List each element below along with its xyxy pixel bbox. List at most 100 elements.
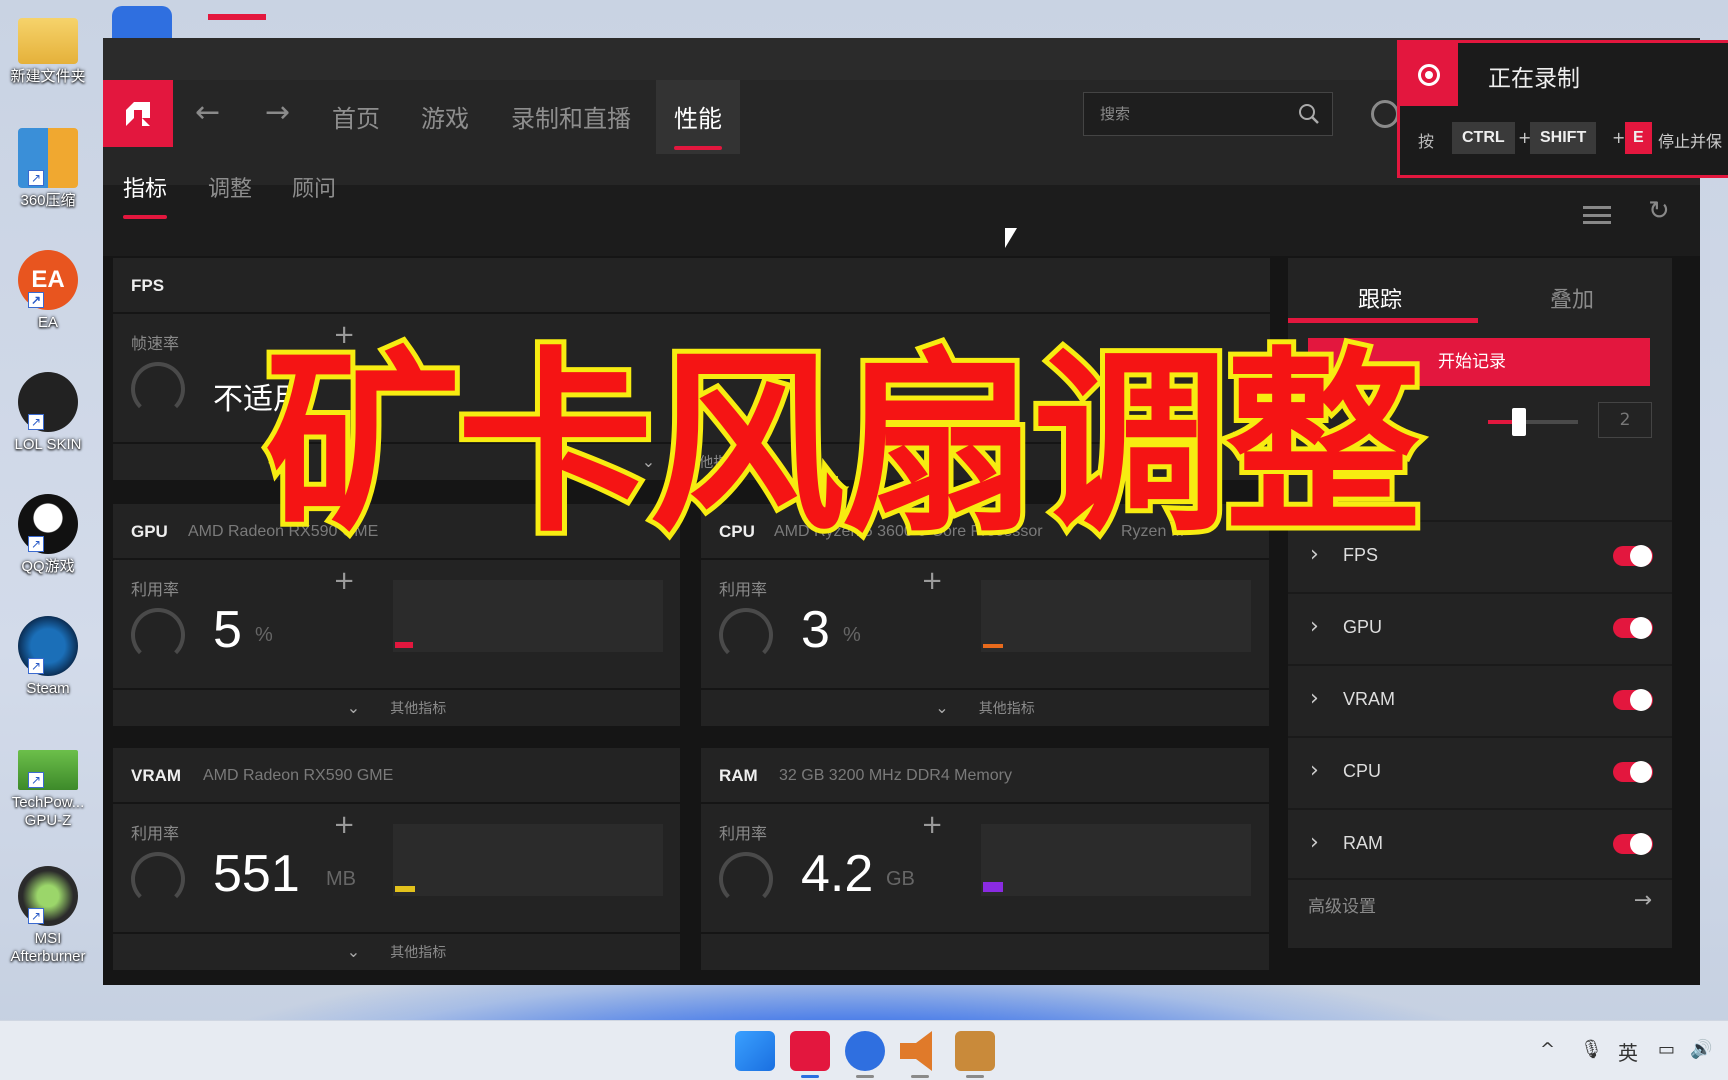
desktop-icon-new-folder[interactable]: 新建文件夹 [4,10,92,86]
add-icon[interactable]: + [921,810,943,840]
interval-slider[interactable] [1488,408,1578,436]
ram-toggle[interactable] [1613,833,1653,855]
tab-home[interactable]: 首页 [322,93,390,140]
desktop-icon-ea[interactable]: EA ↗ EA [4,250,92,332]
tab-performance[interactable]: 性能 [656,80,740,154]
subtab-tuning[interactable]: 调整 [208,171,252,203]
press-label: 按 [1418,132,1435,151]
speaker-app-icon[interactable] [900,1031,932,1071]
chevron-right-icon[interactable]: › [1310,758,1319,783]
slider-thumb[interactable] [1512,408,1526,436]
mail-taskbar-icon[interactable] [845,1031,885,1071]
mail-icon[interactable] [112,6,172,40]
more-metrics-label: 其他指标 [390,701,447,717]
desktop-icon-qq-game[interactable]: ↗ QQ游戏 [4,494,92,576]
card-header: FPS [113,258,1270,314]
tab-overlay[interactable]: 叠加 [1550,282,1594,314]
tab-record-stream[interactable]: 录制和直播 [501,93,641,140]
gauge-icon [719,608,773,662]
list-view-icon[interactable] [1583,206,1611,224]
add-icon[interactable]: + [333,810,355,840]
folder-icon [18,18,78,64]
desktop-icon-label: 360压缩 [20,192,76,209]
metric-value: 4.2 [801,845,874,903]
record-indicator [1400,43,1458,106]
card-title: RAM [719,766,758,785]
package-app-icon[interactable] [955,1031,995,1071]
usage-sparkline [393,580,663,652]
recording-notification: 正在录制 按 CTRL + SHIFT + E 停止并保 [1397,40,1728,178]
gauge-icon [131,608,185,662]
qq-penguin-icon: ↗ [18,494,78,554]
vram-toggle[interactable] [1613,689,1653,711]
gpu-toggle[interactable] [1613,617,1653,639]
more-metrics-link[interactable]: ⌄ 其他指标 [113,932,680,970]
volume-icon[interactable]: 🔊 [1690,1039,1712,1060]
add-icon[interactable]: + [333,566,355,596]
more-metrics-link[interactable]: ⌄ 其他指标 [113,688,680,726]
track-row-cpu[interactable]: › CPU [1288,736,1672,806]
add-icon[interactable]: + [921,566,943,596]
advanced-settings-label: 高级设置 [1308,897,1376,917]
ime-indicator[interactable]: 英 [1618,1037,1638,1066]
plus-sign: + [1612,128,1626,147]
stop-save-text: 停止并保 [1658,132,1723,151]
search-box[interactable] [1083,92,1333,136]
vram-metric: 利用率 + 551 MB [113,806,371,906]
amd-logo[interactable] [103,80,173,147]
card-title: GPU [131,522,168,541]
card-subtitle: 32 GB 3200 MHz DDR4 Memory [779,767,1012,784]
subtab-advisor[interactable]: 顾问 [292,171,336,203]
desktop-icon-360zip[interactable]: ↗ 360压缩 [4,128,92,210]
desktop-icon-lol-skin[interactable]: ↗ LOL SKIN [4,372,92,454]
metric-value: 5 [213,601,242,659]
start-windows-icon[interactable] [735,1031,775,1071]
chevron-right-icon[interactable]: › [1310,614,1319,639]
shortcut-arrow-icon: ↗ [28,170,44,186]
back-arrow-icon[interactable]: ← [195,98,220,128]
chevron-up-icon[interactable]: ^ [1540,1039,1555,1060]
metric-unit: MB [326,868,356,890]
tab-games[interactable]: 游戏 [411,93,479,140]
chevron-right-icon[interactable]: › [1310,686,1319,711]
subtab-metrics[interactable]: 指标 [123,171,168,219]
interval-input[interactable]: 2 [1598,402,1652,438]
track-row-ram[interactable]: › RAM [1288,808,1672,878]
desktop-icon-gpu-z[interactable]: ↗ TechPow... GPU-Z [4,740,92,830]
running-indicator [966,1075,984,1078]
desktop-icon-label: 新建文件夹 [10,68,86,85]
cpu-metric: 利用率 + 3 % [701,562,959,662]
vram-card: VRAM AMD Radeon RX590 GME 利用率 + 551 MB ⌄… [113,748,680,970]
cpu-toggle[interactable] [1613,761,1653,783]
desktop-icon-label: QQ游戏 [21,558,75,575]
more-metrics-label: 其他指标 [390,945,447,961]
gauge-icon [131,362,185,416]
forward-arrow-icon[interactable]: → [265,98,290,128]
advanced-settings-link[interactable]: 高级设置 → [1288,878,1672,926]
desktop-icon-steam[interactable]: ↗ Steam [4,616,92,698]
more-metrics-link[interactable]: ⌄ 其他指标 [701,688,1269,726]
amd-taskbar-icon[interactable] [790,1031,830,1071]
search-icon[interactable] [1298,103,1320,125]
track-row-vram[interactable]: › VRAM [1288,664,1672,734]
shortcut-arrow-icon: ↗ [28,772,44,788]
microphone-icon[interactable]: 🎙 [1580,1039,1603,1060]
search-input[interactable] [1084,93,1284,135]
gpu-card-icon: ↗ [18,750,78,790]
wps-icon[interactable] [208,14,266,40]
tab-tracking[interactable]: 跟踪 [1358,282,1402,314]
refresh-icon[interactable]: ↻ [1648,196,1670,226]
running-indicator [911,1075,929,1078]
card-header: VRAM AMD Radeon RX590 GME [113,748,680,804]
network-icon[interactable]: ▭ [1658,1039,1675,1060]
globe-icon[interactable] [1371,100,1399,128]
card-footer [701,932,1269,970]
desktop-icon-msi-afterburner[interactable]: ↗ MSI Afterburner [4,866,92,966]
sparkline-bar [983,882,1003,892]
chevron-right-icon[interactable]: › [1310,830,1319,855]
active-tab-indicator [1288,318,1478,323]
track-label: GPU [1343,617,1383,637]
card-header: RAM 32 GB 3200 MHz DDR4 Memory [701,748,1269,804]
track-row-gpu[interactable]: › GPU [1288,592,1672,662]
fps-toggle[interactable] [1613,545,1653,567]
